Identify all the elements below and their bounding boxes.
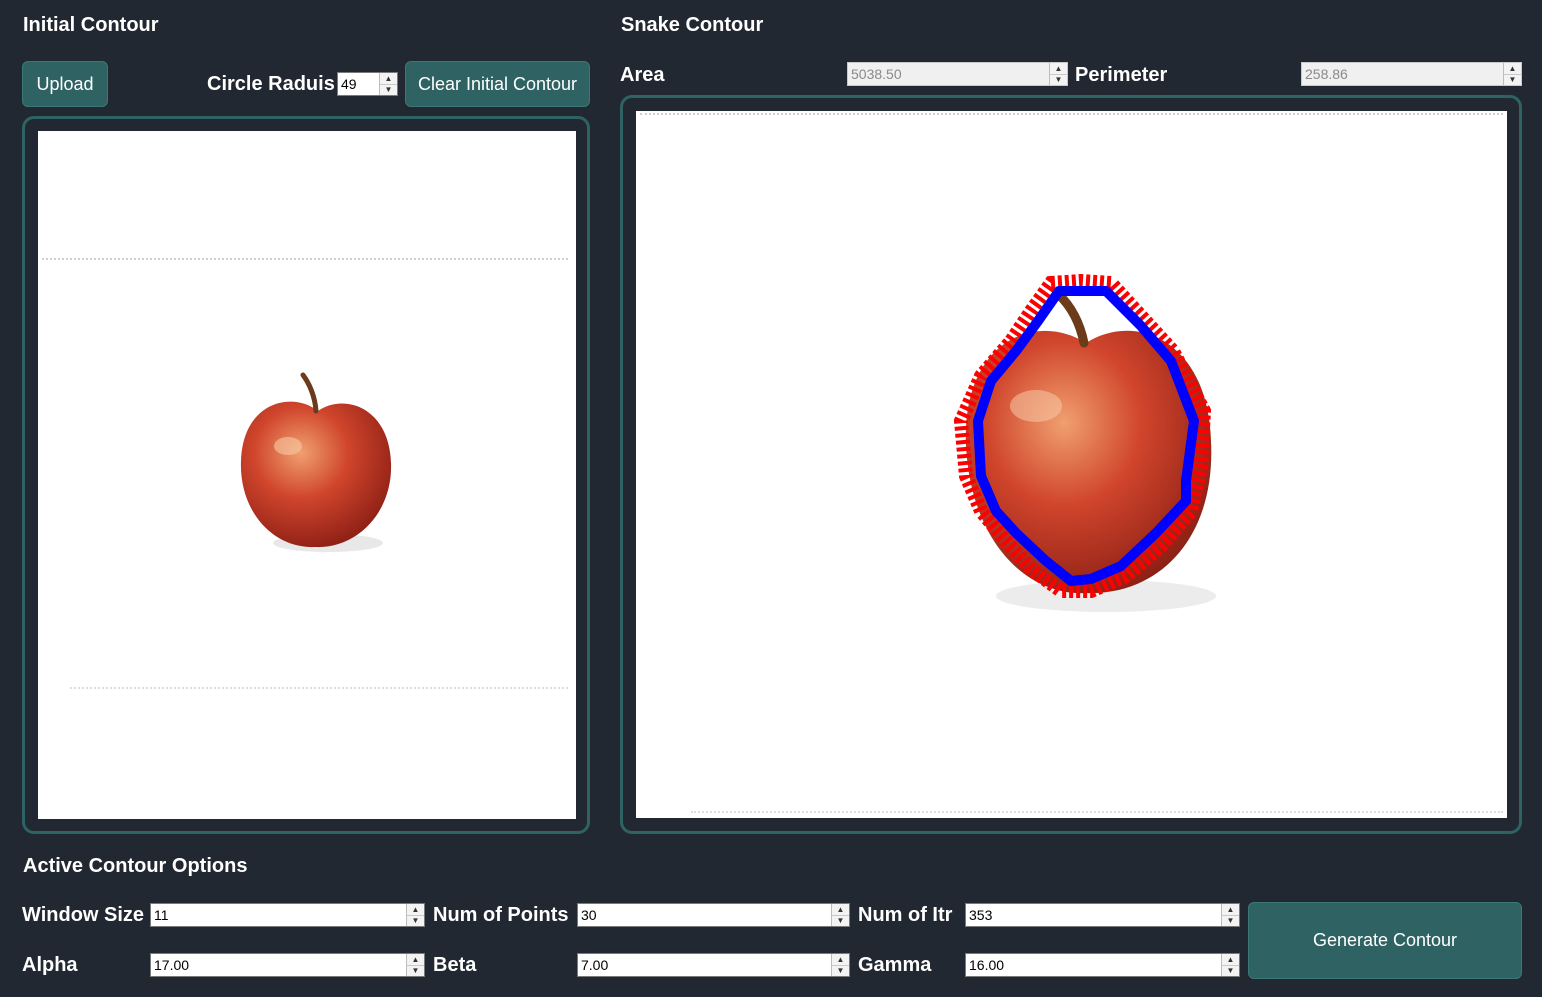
area-spinbox: 5038.50 ▲ ▼	[847, 62, 1068, 86]
up-arrow-icon: ▲	[1050, 63, 1067, 74]
snake-result-image	[953, 273, 1216, 612]
down-arrow-icon: ▼	[1504, 73, 1521, 85]
circle-radius-value[interactable]: 49	[338, 73, 379, 95]
upload-button[interactable]: Upload	[22, 61, 108, 107]
initial-contour-canvas[interactable]	[38, 131, 576, 819]
snake-contour-canvas[interactable]	[636, 111, 1507, 818]
down-arrow-icon[interactable]: ▼	[1222, 914, 1239, 926]
initial-contour-frame	[22, 116, 590, 834]
initial-contour-title: Initial Contour	[23, 14, 159, 36]
spin-arrows[interactable]: ▲ ▼	[379, 73, 397, 95]
down-arrow-icon[interactable]: ▼	[832, 964, 849, 976]
num-points-spinbox[interactable]: 30 ▲ ▼	[577, 903, 850, 927]
spin-arrows[interactable]: ▲ ▼	[831, 954, 849, 976]
up-arrow-icon[interactable]: ▲	[832, 904, 849, 915]
spin-arrows[interactable]: ▲ ▼	[1221, 904, 1239, 926]
up-arrow-icon[interactable]: ▲	[1222, 904, 1239, 915]
gamma-label: Gamma	[858, 954, 932, 976]
gamma-value[interactable]: 16.00	[966, 954, 1221, 976]
area-label: Area	[620, 64, 665, 86]
alpha-label: Alpha	[22, 954, 78, 976]
scan-line-top	[42, 258, 568, 261]
beta-label: Beta	[433, 954, 477, 976]
beta-value[interactable]: 7.00	[578, 954, 831, 976]
up-arrow-icon: ▲	[1504, 63, 1521, 74]
gamma-spinbox[interactable]: 16.00 ▲ ▼	[965, 953, 1240, 977]
num-itr-spinbox[interactable]: 353 ▲ ▼	[965, 903, 1240, 927]
spin-arrows[interactable]: ▲ ▼	[831, 904, 849, 926]
scan-line-top	[640, 113, 1503, 117]
spin-arrows[interactable]: ▲ ▼	[406, 904, 424, 926]
down-arrow-icon: ▼	[1050, 73, 1067, 85]
perimeter-value: 258.86	[1305, 66, 1348, 82]
up-arrow-icon[interactable]: ▲	[407, 904, 424, 915]
spin-arrows: ▲ ▼	[1049, 63, 1067, 85]
perimeter-spinbox: 258.86 ▲ ▼	[1301, 62, 1522, 86]
area-value: 5038.50	[851, 66, 902, 82]
circle-radius-label: Circle Raduis	[207, 73, 335, 95]
spin-arrows[interactable]: ▲ ▼	[1221, 954, 1239, 976]
down-arrow-icon[interactable]: ▼	[832, 914, 849, 926]
down-arrow-icon[interactable]: ▼	[407, 914, 424, 926]
down-arrow-icon[interactable]: ▼	[1222, 964, 1239, 976]
snake-contour-title: Snake Contour	[621, 14, 764, 36]
window-size-label: Window Size	[22, 904, 145, 926]
up-arrow-icon[interactable]: ▲	[832, 954, 849, 965]
up-arrow-icon[interactable]: ▲	[1222, 954, 1239, 965]
up-arrow-icon[interactable]: ▲	[380, 73, 397, 84]
window-size-value[interactable]: 11	[151, 904, 406, 926]
beta-spinbox[interactable]: 7.00 ▲ ▼	[577, 953, 850, 977]
active-contour-options-title: Active Contour Options	[23, 855, 248, 877]
clear-initial-contour-button[interactable]: Clear Initial Contour	[405, 61, 590, 107]
apple-image-small	[240, 372, 392, 552]
num-points-label: Num of Points	[433, 904, 569, 926]
num-points-value[interactable]: 30	[578, 904, 831, 926]
snake-contour-frame	[620, 95, 1522, 834]
up-arrow-icon[interactable]: ▲	[407, 954, 424, 965]
spin-arrows[interactable]: ▲ ▼	[406, 954, 424, 976]
down-arrow-icon[interactable]: ▼	[407, 964, 424, 976]
scan-line-bottom	[70, 687, 568, 690]
perimeter-label: Perimeter	[1075, 64, 1168, 86]
down-arrow-icon[interactable]: ▼	[380, 83, 397, 95]
scan-line-bottom	[691, 811, 1503, 814]
spin-arrows: ▲ ▼	[1503, 63, 1521, 85]
generate-contour-button[interactable]: Generate Contour	[1248, 902, 1522, 979]
alpha-value[interactable]: 17.00	[151, 954, 406, 976]
alpha-spinbox[interactable]: 17.00 ▲ ▼	[150, 953, 425, 977]
num-itr-label: Num of Itr	[858, 904, 953, 926]
window-size-spinbox[interactable]: 11 ▲ ▼	[150, 903, 425, 927]
circle-radius-spinbox[interactable]: 49 ▲ ▼	[337, 72, 398, 96]
num-itr-value[interactable]: 353	[966, 904, 1221, 926]
